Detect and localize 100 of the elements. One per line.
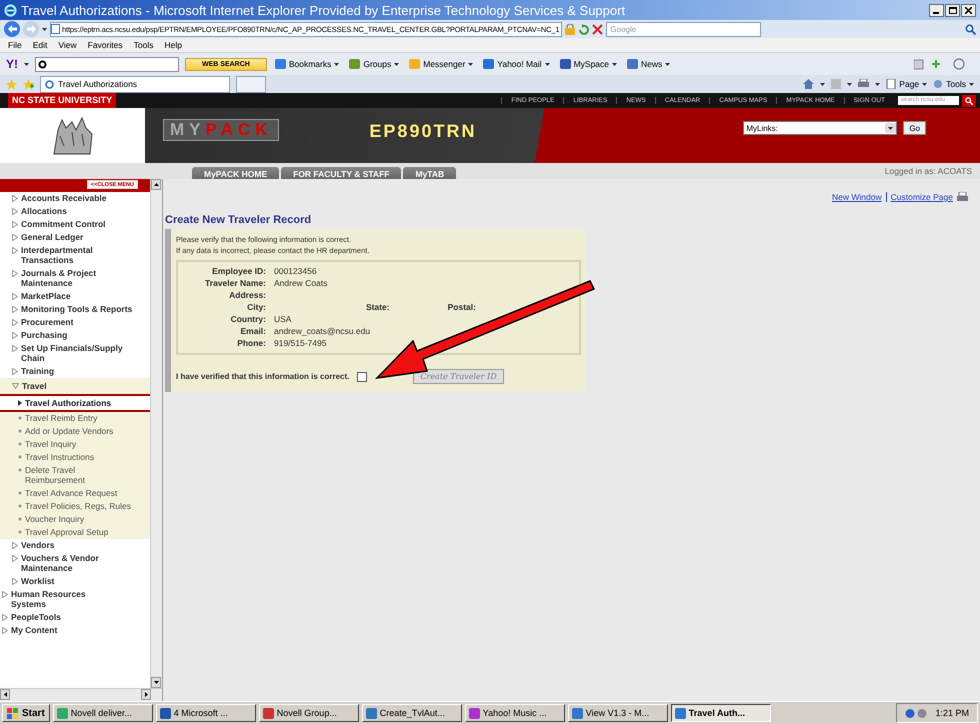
taskbar-button[interactable]: View V1.3 - M...	[568, 704, 668, 722]
university-logo: NC STATE UNIVERSITY	[8, 93, 116, 108]
menu-folder[interactable]: My Content	[0, 624, 150, 637]
back-button[interactable]	[4, 21, 20, 37]
nav-tab[interactable]: FOR FACULTY & STAFF	[281, 167, 402, 179]
field-value: Andrew Coats	[274, 278, 328, 288]
menu-link[interactable]: Add or Update Vendors	[0, 425, 150, 438]
menu-folder[interactable]: Training	[0, 365, 150, 378]
new-tab-button[interactable]	[236, 76, 266, 92]
app-icon	[468, 708, 480, 718]
menu-folder[interactable]: Procurement	[0, 316, 150, 329]
page-link[interactable]: New Window	[832, 192, 882, 202]
menu-folder[interactable]: Worklist	[0, 575, 150, 588]
bullet-icon	[18, 442, 22, 446]
nav-tab[interactable]: MyTAB	[403, 167, 456, 179]
close-button[interactable]	[961, 4, 976, 16]
system-name: EP890TRN	[369, 121, 476, 143]
field-value: 919/515-7495	[274, 338, 326, 348]
toolbar-button[interactable]: Bookmarks	[272, 59, 342, 69]
menu-folder[interactable]: Vendors	[0, 539, 150, 552]
caret-icon	[875, 82, 880, 86]
scroll-right-icon	[144, 692, 148, 697]
field-label: Phone:	[236, 338, 266, 348]
favorites-star-icon	[6, 78, 17, 90]
menu-folder[interactable]: Travel	[0, 378, 150, 394]
menu-item[interactable]: Help	[164, 40, 182, 50]
refresh-button[interactable]	[578, 24, 590, 34]
menu-link[interactable]: Voucher Inquiry	[0, 513, 150, 526]
field-value: andrew_coats@ncsu.edu	[274, 326, 370, 336]
menu-item[interactable]: View	[58, 40, 77, 50]
toolbar-button[interactable]: Groups	[347, 59, 402, 69]
toolbar-button[interactable]: MySpace	[558, 59, 619, 69]
field-label: Employee ID:	[211, 266, 266, 276]
field-label: Postal:	[448, 302, 476, 312]
taskbar-button[interactable]: 4 Microsoft ...	[156, 704, 256, 722]
menu-folder[interactable]: Commitment Control	[0, 218, 150, 231]
horizontal-scrollbar[interactable]	[0, 688, 162, 701]
caret-icon	[468, 62, 474, 66]
caret-icon	[888, 126, 894, 130]
menu-folder[interactable]: Monitoring Tools & Reports	[0, 303, 150, 316]
browser-tab[interactable]: Travel Authorizations	[40, 76, 230, 92]
maximize-button[interactable]	[945, 4, 960, 16]
menu-link[interactable]: Travel Inquiry	[0, 438, 150, 451]
taskbar-button[interactable]: Novell deliver...	[52, 704, 153, 722]
menu-folder[interactable]: Interdepartmental Transactions	[0, 244, 150, 267]
go-button[interactable]: Go	[903, 121, 926, 135]
taskbar-button[interactable]: Create_TvlAut...	[362, 704, 462, 722]
add-favorite-icon	[23, 78, 34, 90]
menu-item[interactable]: Tools	[134, 40, 154, 50]
yahoo-search-field[interactable]	[35, 56, 179, 72]
menu-link[interactable]: Delete Travel Reimbursement	[0, 464, 150, 487]
menu-folder[interactable]: Purchasing	[0, 329, 150, 342]
menu-folder[interactable]: General Ledger	[0, 231, 150, 244]
bullet-icon	[18, 429, 22, 433]
mylinks-dropdown[interactable]: MyLinks:	[743, 121, 898, 135]
command-button[interactable]: Page	[886, 79, 928, 89]
command-button[interactable]: Tools	[933, 79, 974, 89]
menu-folder[interactable]: MarketPlace	[0, 290, 150, 303]
menu-folder[interactable]: Journals & Project Maintenance	[0, 267, 150, 290]
verify-checkbox[interactable]	[357, 372, 368, 382]
scroll-down-icon	[154, 681, 158, 684]
menu-link[interactable]: Travel Authorizations	[0, 394, 150, 412]
menu-folder[interactable]: Set Up Financials/Supply Chain	[0, 342, 150, 365]
menu-link[interactable]: Travel Reimb Entry	[0, 412, 150, 425]
minimize-button[interactable]	[929, 4, 944, 16]
page-title: Create New Traveler Record	[165, 214, 312, 226]
field-label: State:	[366, 302, 390, 312]
caret-icon	[922, 82, 928, 86]
toolbar-button[interactable]: Messenger	[407, 59, 476, 69]
print-icon	[957, 192, 968, 202]
menu-folder[interactable]: Vouchers & Vendor Maintenance	[0, 552, 150, 575]
bullet-icon	[18, 416, 22, 420]
vertical-scrollbar[interactable]	[150, 179, 162, 688]
menu-folder[interactable]: Accounts Receivable	[0, 192, 150, 205]
taskbar-button[interactable]: Novell Group...	[258, 704, 359, 722]
scroll-up-icon	[154, 183, 158, 186]
menu-folder[interactable]: Allocations	[0, 205, 150, 218]
menu-folder[interactable]: Human Resources Systems	[0, 588, 150, 611]
taskbar-button[interactable]: Travel Auth...	[670, 704, 771, 722]
bullet-icon	[18, 455, 22, 459]
pointer-triangle-icon	[18, 400, 22, 406]
bullet-icon	[18, 491, 22, 495]
menu-link[interactable]: Travel Instructions	[0, 451, 150, 464]
menu-link[interactable]: Travel Policies, Regs, Rules	[0, 500, 150, 513]
toolbar-button[interactable]: News	[625, 59, 672, 69]
nav-tab[interactable]: MyPACK HOME	[192, 167, 280, 179]
start-button[interactable]: Start	[2, 704, 50, 722]
page-link[interactable]: Customize Page	[886, 192, 953, 202]
yahoo-logo: Y!	[6, 57, 18, 71]
menu-item[interactable]: Favorites	[88, 40, 123, 50]
menu-link[interactable]: Travel Advance Request	[0, 487, 150, 500]
stop-button[interactable]	[592, 24, 604, 34]
menu-folder[interactable]: PeopleTools	[0, 611, 150, 624]
site-search-button[interactable]	[962, 94, 976, 106]
menu-link[interactable]: Travel Approval Setup	[0, 526, 150, 539]
menu-item[interactable]: Edit	[32, 40, 48, 50]
taskbar-button[interactable]: Yahoo! Music ...	[464, 704, 565, 722]
caret-icon	[665, 62, 670, 66]
toolbar-button[interactable]: Yahoo! Mail	[481, 59, 552, 69]
menu-item[interactable]: File	[8, 40, 22, 50]
